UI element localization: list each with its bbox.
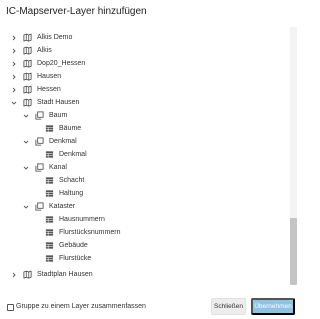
merge-layers-label[interactable]: Gruppe zu einem Layer zusammenfassen [16, 303, 146, 310]
tree-item[interactable]: Stadt Hausen [10, 96, 79, 109]
layer-icon [45, 215, 54, 224]
tree-item[interactable]: Alkis [10, 44, 52, 57]
map-icon [23, 46, 32, 55]
chevron-down-icon[interactable] [22, 203, 30, 211]
dialog-title: IC-Mapserver-Layer hinzufügen [6, 6, 147, 17]
chevron-right-icon[interactable] [10, 34, 18, 42]
tree-item-label: Kataster [49, 203, 76, 210]
map-icon [23, 72, 32, 81]
tree-item[interactable]: Baum [22, 109, 67, 122]
layer-tree-panel: Alkis Demo Alkis Dop20_Hessen Hausen Hessen S… [0, 27, 300, 313]
tree-item[interactable]: Denkmal [32, 148, 87, 161]
map-icon [23, 85, 32, 94]
tree-item[interactable]: Flurstücke [32, 252, 91, 265]
tree-item-label: Denkmal [59, 151, 87, 158]
layer-icon [45, 150, 54, 159]
layer-icon [45, 124, 54, 133]
tree-item[interactable]: Alkis Demo [10, 31, 72, 44]
chevron-right-icon[interactable] [10, 73, 18, 81]
tree-item-label: Alkis Demo [37, 34, 73, 41]
layer-group-icon [35, 137, 44, 146]
layer-icon [45, 241, 54, 250]
tree-item[interactable]: Kanal [22, 161, 67, 174]
chevron-right-icon[interactable] [10, 86, 18, 94]
map-icon [23, 59, 32, 68]
tree-item[interactable]: Kataster [22, 200, 75, 213]
tree-item[interactable]: Haltung [32, 187, 83, 200]
tree-item-label: Dop20_Hessen [37, 60, 86, 67]
chevron-down-icon[interactable] [22, 164, 30, 172]
layer-icon [45, 189, 54, 198]
chevron-down-icon[interactable] [22, 112, 30, 120]
map-icon [23, 270, 32, 279]
layer-icon [45, 176, 54, 185]
tree-item[interactable]: Hessen [10, 83, 61, 96]
tree-item-label: Haltung [59, 190, 84, 197]
layer-icon [45, 228, 54, 237]
layer-group-icon [35, 202, 44, 211]
scrollbar-thumb[interactable] [290, 218, 297, 285]
tree-item[interactable]: Denkmal [22, 135, 77, 148]
tree-item-label: Gebäude [59, 242, 88, 249]
tree-item[interactable]: Stadtplan Hausen [10, 268, 93, 281]
map-icon [23, 33, 32, 42]
tree-item-label: Stadtplan Hausen [37, 271, 93, 278]
apply-button[interactable]: Übernehmen [251, 298, 295, 315]
tree-item-label: Alkis [37, 47, 52, 54]
tree-item[interactable]: Flurstücksnummern [32, 226, 120, 239]
tree-item-label: Hausen [37, 73, 62, 80]
tree-item-label: Hessen [37, 86, 61, 93]
tree-item-label: Bäume [59, 125, 82, 132]
tree-item-label: Schacht [59, 177, 85, 184]
close-button[interactable]: Schließen [211, 298, 246, 315]
tree-item-label: Flurstücksnummern [59, 229, 121, 236]
scrollbar-track[interactable] [290, 27, 297, 285]
chevron-right-icon[interactable] [10, 60, 18, 68]
map-icon [23, 98, 32, 107]
tree-item[interactable]: Dop20_Hessen [10, 57, 85, 70]
tree-item[interactable]: Hausnummern [32, 213, 105, 226]
tree-item-label: Flurstücke [59, 255, 92, 262]
tree-item-label: Stadt Hausen [37, 99, 80, 106]
tree-item-label: Denkmal [49, 138, 77, 145]
tree-item-label: Baum [49, 112, 68, 119]
layer-group-icon [35, 111, 44, 120]
merge-layers-checkbox[interactable] [7, 304, 14, 311]
tree-item[interactable]: Schacht [32, 174, 84, 187]
chevron-down-icon[interactable] [10, 99, 18, 107]
tree-item[interactable]: Gebäude [32, 239, 88, 252]
tree-item[interactable]: Hausen [10, 70, 61, 83]
layer-tree[interactable]: Alkis Demo Alkis Dop20_Hessen Hausen Hessen S… [0, 27, 290, 285]
chevron-right-icon[interactable] [10, 271, 18, 279]
tree-item-label: Hausnummern [59, 216, 105, 223]
chevron-down-icon[interactable] [22, 138, 30, 146]
layer-icon [45, 254, 54, 263]
layer-group-icon [35, 163, 44, 172]
chevron-right-icon[interactable] [10, 47, 18, 55]
tree-item[interactable]: Bäume [32, 122, 81, 135]
tree-item-label: Kanal [49, 164, 67, 171]
